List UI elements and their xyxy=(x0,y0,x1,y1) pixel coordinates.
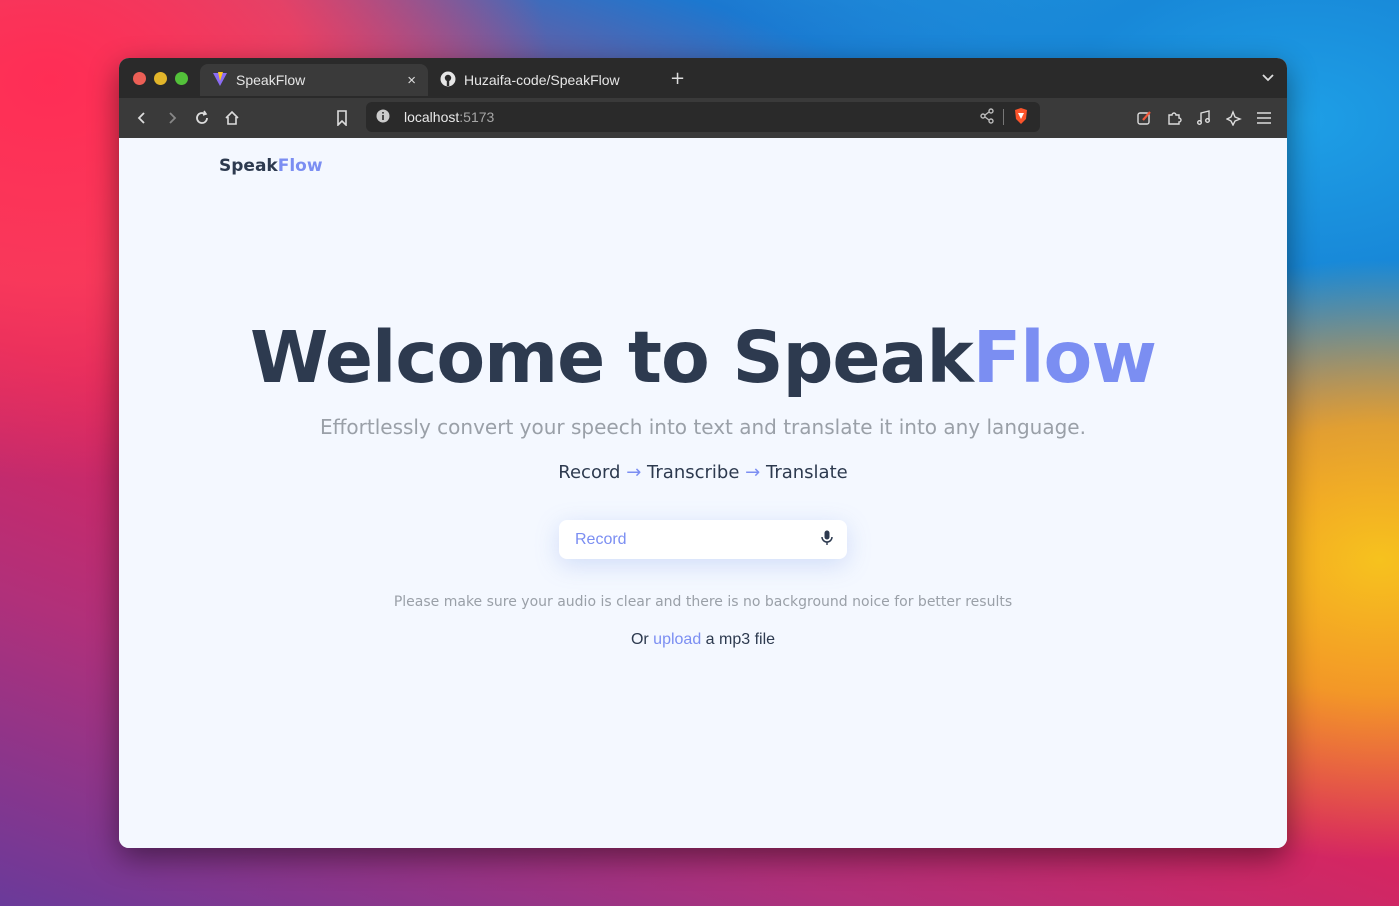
close-window-button[interactable] xyxy=(133,71,146,85)
brave-shield-icon[interactable] xyxy=(1012,107,1030,128)
title-accent: Flow xyxy=(972,316,1157,399)
brand-logo[interactable]: SpeakFlow xyxy=(219,156,323,176)
new-tab-button[interactable]: + xyxy=(670,68,685,89)
window-controls xyxy=(133,71,188,85)
tab-label: SpeakFlow xyxy=(236,72,306,88)
extensions-puzzle-icon[interactable] xyxy=(1159,103,1189,133)
site-info-icon[interactable] xyxy=(376,109,390,126)
vite-logo-icon xyxy=(212,71,228,90)
microphone-icon xyxy=(821,530,833,549)
divider xyxy=(1003,109,1004,125)
minimize-window-button[interactable] xyxy=(154,71,167,85)
music-note-icon[interactable] xyxy=(1189,103,1219,133)
menu-hamburger-icon[interactable] xyxy=(1249,103,1279,133)
reload-icon[interactable] xyxy=(187,103,217,133)
record-label: Record xyxy=(575,530,627,548)
workflow-steps: Record → Transcribe → Translate xyxy=(119,462,1287,483)
tab-bar: SpeakFlow × Huzaifa-code/SpeakFlow + xyxy=(119,58,1287,98)
upload-link[interactable]: upload xyxy=(653,631,701,648)
ai-sparkle-icon[interactable] xyxy=(1219,103,1249,133)
maximize-window-button[interactable] xyxy=(175,71,188,85)
upload-prefix: Or xyxy=(630,631,649,648)
tab-list-dropdown-icon[interactable] xyxy=(1261,69,1275,88)
share-icon[interactable] xyxy=(979,107,995,127)
step-translate: Translate xyxy=(765,462,848,483)
github-icon xyxy=(440,71,456,90)
address-bar[interactable]: localhost:5173 xyxy=(366,102,1040,132)
url-port: :5173 xyxy=(459,109,495,125)
forward-icon[interactable] xyxy=(157,103,187,133)
tab-speakflow[interactable]: SpeakFlow × xyxy=(200,64,428,96)
browser-window: SpeakFlow × Huzaifa-code/SpeakFlow + loc… xyxy=(119,58,1287,848)
tab-label: Huzaifa-code/SpeakFlow xyxy=(464,72,620,88)
back-icon[interactable] xyxy=(127,103,157,133)
address-bar-actions xyxy=(979,107,1030,128)
upload-line: Or upload a mp3 file xyxy=(119,631,1287,649)
title-main: Welcome to Speak xyxy=(250,316,974,399)
upload-suffix: a mp3 file xyxy=(705,631,776,648)
bookmark-icon[interactable] xyxy=(327,103,357,133)
url-host: localhost xyxy=(404,109,460,125)
home-icon[interactable] xyxy=(217,103,247,133)
browser-toolbar: localhost:5173 xyxy=(119,98,1287,138)
audio-quality-note: Please make sure your audio is clear and… xyxy=(393,594,1013,610)
subtitle: Effortlessly convert your speech into te… xyxy=(320,415,1086,439)
step-record: Record xyxy=(558,462,621,483)
edit-extension-icon[interactable] xyxy=(1129,103,1159,133)
brand-main: Speak xyxy=(219,156,278,176)
tab-github[interactable]: Huzaifa-code/SpeakFlow xyxy=(428,64,668,96)
page-content: SpeakFlow Welcome to SpeakFlow Effortles… xyxy=(119,138,1287,848)
page-title: Welcome to SpeakFlow xyxy=(119,316,1287,399)
arrow-icon: → xyxy=(626,462,642,483)
arrow-icon: → xyxy=(745,462,761,483)
brand-accent: Flow xyxy=(277,156,323,176)
step-transcribe: Transcribe xyxy=(647,462,740,483)
close-tab-icon[interactable]: × xyxy=(407,72,416,89)
toolbar-extensions xyxy=(1129,103,1279,133)
record-button[interactable]: Record xyxy=(559,520,847,559)
